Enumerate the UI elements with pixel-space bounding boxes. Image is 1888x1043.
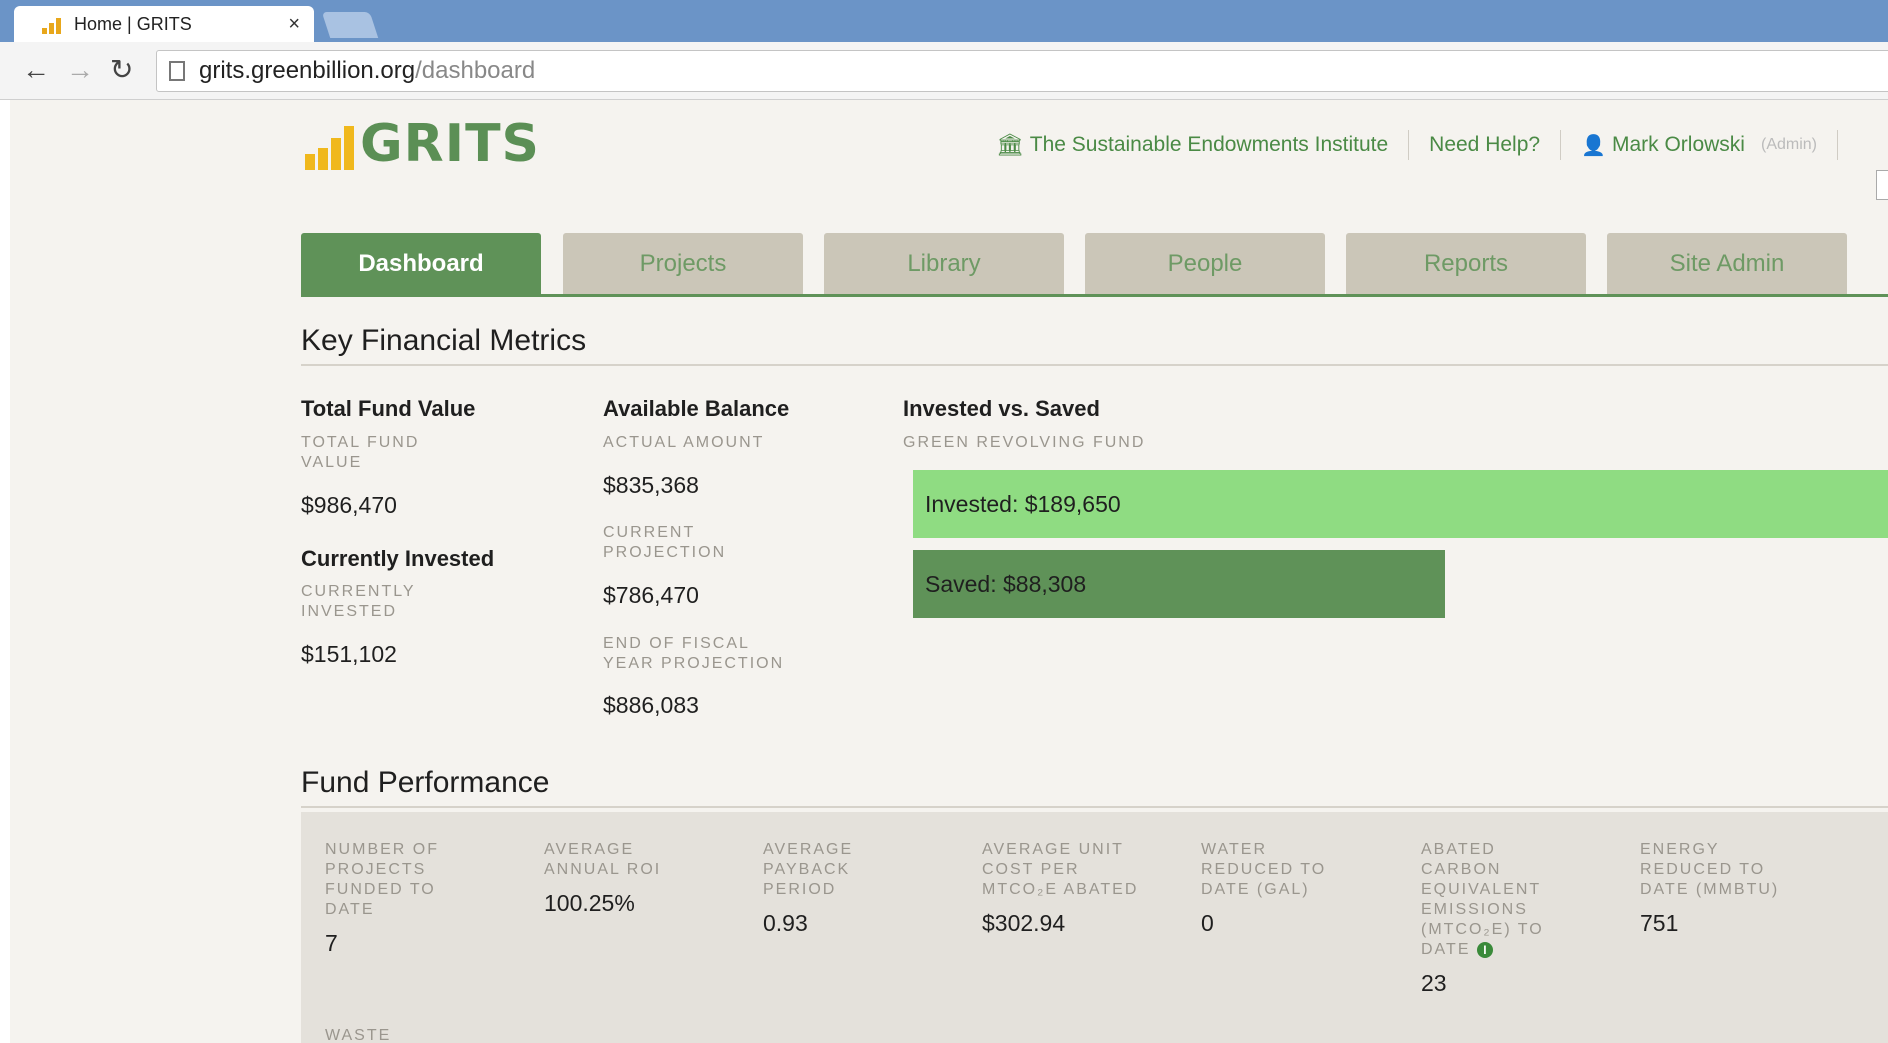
invested-vs-saved-sub: GREEN REVOLVING FUND bbox=[903, 434, 1146, 451]
url-host: grits.greenbillion.org bbox=[199, 57, 416, 84]
info-icon[interactable]: i bbox=[1476, 941, 1493, 958]
perf-metric-value: $302.94 bbox=[982, 910, 1066, 936]
actual-amount-value: $835,368 bbox=[603, 472, 699, 498]
perf-metric-label: AVERAGE ANNUAL ROI bbox=[544, 841, 662, 878]
currently-invested-value: $151,102 bbox=[301, 641, 397, 667]
page-icon bbox=[169, 61, 185, 81]
browser-tabstrip: Home | GRITS × bbox=[0, 0, 1888, 42]
help-link[interactable]: Need Help? bbox=[1429, 133, 1540, 157]
invested-bar-label: Invested: $189,650 bbox=[925, 490, 1121, 517]
fund-performance-title: Fund Performance bbox=[301, 766, 1888, 808]
current-projection-sub: CURRENT PROJECTION bbox=[603, 524, 727, 561]
main-tabs: Dashboard Projects Library People Report… bbox=[301, 233, 1888, 297]
total-fund-heading: Total Fund Value bbox=[301, 396, 476, 421]
logo-text: GRITS bbox=[360, 114, 540, 174]
current-projection-value: $786,470 bbox=[603, 582, 699, 608]
perf-metric-value: 751 bbox=[1640, 910, 1679, 936]
total-fund-value: $986,470 bbox=[301, 492, 397, 518]
invested-bar: Invested: $189,650 bbox=[913, 470, 1888, 538]
perf-metric: ABATED CARBON EQUIVALENT EMISSIONS (MTCO… bbox=[1421, 840, 1561, 997]
divider bbox=[1408, 130, 1410, 160]
perf-metric-label: AVERAGE PAYBACK PERIOD bbox=[763, 841, 854, 898]
available-balance-heading: Available Balance bbox=[603, 396, 790, 421]
back-arrow-icon[interactable]: ← bbox=[22, 54, 50, 86]
perf-metric-value: 0 bbox=[1201, 910, 1214, 936]
institution-link[interactable]: The Sustainable Endowments Institute bbox=[1030, 133, 1388, 157]
tab-library[interactable]: Library bbox=[824, 233, 1064, 294]
perf-metric-label-wrap: ABATED CARBON EQUIVALENT EMISSIONS (MTCO… bbox=[1421, 840, 1561, 960]
total-fund-sub: TOTAL FUND VALUE bbox=[301, 434, 420, 471]
page-content: GRITS 🏛 The Sustainable Endowments Insti… bbox=[10, 100, 1888, 1043]
waste-label: WASTE bbox=[325, 1027, 392, 1043]
saved-bar: Saved: $88,308 bbox=[913, 550, 1445, 618]
fund-performance-panel: NUMBER OF PROJECTS FUNDED TO DATE 7 AVER… bbox=[301, 812, 1888, 1043]
browser-tab[interactable]: Home | GRITS × bbox=[14, 6, 314, 42]
user-link[interactable]: Mark Orlowski bbox=[1612, 133, 1745, 157]
eofy-projection-value: $886,083 bbox=[603, 692, 699, 718]
perf-metric: NUMBER OF PROJECTS FUNDED TO DATE 7 bbox=[325, 840, 455, 957]
close-tab-icon[interactable]: × bbox=[288, 13, 300, 36]
user-role: (Admin) bbox=[1760, 136, 1817, 153]
url-path: /dashboard bbox=[415, 57, 536, 84]
invested-vs-saved-heading: Invested vs. Saved bbox=[903, 396, 1100, 421]
browser-tab-title: Home | GRITS bbox=[74, 13, 192, 34]
tab-people[interactable]: People bbox=[1085, 233, 1325, 294]
reload-icon[interactable]: ↻ bbox=[110, 54, 133, 86]
currently-invested-heading: Currently Invested bbox=[301, 546, 495, 571]
browser-toolbar: ← → ↻ grits.greenbillion.org/dashboard bbox=[0, 42, 1888, 100]
eofy-projection-sub: END OF FISCAL YEAR PROJECTION bbox=[603, 635, 785, 672]
perf-metric: AVERAGE PAYBACK PERIOD 0.93 bbox=[763, 840, 893, 937]
perf-metric: AVERAGE UNIT COST PER MTCO₂E ABATED $302… bbox=[982, 840, 1142, 937]
perf-metric-label: NUMBER OF PROJECTS FUNDED TO DATE bbox=[325, 841, 439, 918]
user-icon: 👤 bbox=[1581, 134, 1606, 157]
perf-metric-value: 100.25% bbox=[544, 890, 635, 916]
perf-metric: AVERAGE ANNUAL ROI 100.25% bbox=[544, 840, 684, 917]
divider bbox=[1837, 130, 1838, 160]
key-financial-metrics-title: Key Financial Metrics bbox=[301, 324, 1888, 366]
tab-reports[interactable]: Reports bbox=[1346, 233, 1586, 294]
address-bar[interactable]: grits.greenbillion.org/dashboard bbox=[156, 50, 1888, 92]
perf-metric-label: WATER REDUCED TO DATE (GAL) bbox=[1201, 841, 1327, 898]
perf-metric-value: 0.93 bbox=[763, 910, 808, 936]
forward-arrow-icon[interactable]: → bbox=[66, 54, 94, 86]
grits-favicon-icon bbox=[42, 14, 66, 34]
perf-metric-label: ABATED CARBON EQUIVALENT EMISSIONS (MTCO… bbox=[1421, 841, 1544, 958]
perf-metric-label: ENERGY REDUCED TO DATE (MMBTU) bbox=[1640, 841, 1780, 898]
actual-amount-sub: ACTUAL AMOUNT bbox=[603, 434, 765, 451]
perf-metric-value: 7 bbox=[325, 930, 338, 956]
perf-metric: ENERGY REDUCED TO DATE (MMBTU) 751 bbox=[1640, 840, 1790, 937]
institution-icon: 🏛 bbox=[995, 132, 1024, 157]
tab-dashboard[interactable]: Dashboard bbox=[301, 233, 541, 294]
tab-site-admin[interactable]: Site Admin bbox=[1607, 233, 1847, 294]
saved-bar-label: Saved: $88,308 bbox=[925, 570, 1087, 597]
currently-invested-sub: CURRENTLY INVESTED bbox=[301, 583, 416, 620]
search-box-edge[interactable] bbox=[1876, 170, 1888, 200]
perf-metric-value: 23 bbox=[1421, 970, 1447, 996]
tab-projects[interactable]: Projects bbox=[563, 233, 803, 294]
perf-metric-label: AVERAGE UNIT COST PER MTCO₂E ABATED bbox=[982, 841, 1139, 898]
top-nav: 🏛 The Sustainable Endowments Institute N… bbox=[996, 130, 1858, 160]
logo-bars-icon bbox=[305, 120, 354, 170]
divider bbox=[1560, 130, 1562, 160]
grits-logo[interactable]: GRITS bbox=[305, 118, 540, 170]
perf-metric: WATER REDUCED TO DATE (GAL) 0 bbox=[1201, 840, 1351, 937]
new-tab-button[interactable] bbox=[321, 12, 379, 38]
